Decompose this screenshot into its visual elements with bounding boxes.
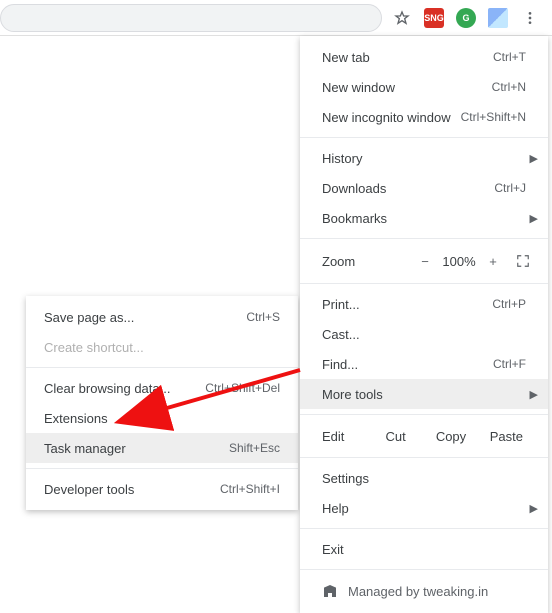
menu-label: Task manager xyxy=(44,441,229,456)
chevron-right-icon: ▶ xyxy=(530,212,538,225)
menu-shortcut: Ctrl+J xyxy=(494,181,526,195)
managed-label: Managed by tweaking.in xyxy=(348,584,488,599)
menu-label: Extensions xyxy=(44,411,280,426)
menu-downloads[interactable]: Downloads Ctrl+J xyxy=(300,173,548,203)
zoom-out-button[interactable]: − xyxy=(412,254,438,269)
submenu-create-shortcut: Create shortcut... xyxy=(26,332,298,362)
zoom-percentage: 100% xyxy=(438,254,480,269)
zoom-in-button[interactable]: + xyxy=(480,254,506,269)
menu-label: History xyxy=(322,151,526,166)
menu-shortcut: Ctrl+Shift+I xyxy=(220,482,280,496)
menu-cast[interactable]: Cast... xyxy=(300,319,548,349)
menu-settings[interactable]: Settings xyxy=(300,463,548,493)
chevron-right-icon: ▶ xyxy=(530,502,538,515)
menu-history[interactable]: History ▶ xyxy=(300,143,548,173)
cut-button[interactable]: Cut xyxy=(368,429,423,444)
paste-button[interactable]: Paste xyxy=(479,429,534,444)
separator xyxy=(300,137,548,138)
chevron-right-icon: ▶ xyxy=(530,388,538,401)
menu-label: Save page as... xyxy=(44,310,246,325)
building-icon xyxy=(322,583,338,599)
menu-label: Downloads xyxy=(322,181,494,196)
menu-shortcut: Ctrl+N xyxy=(492,80,526,94)
menu-shortcut: Ctrl+T xyxy=(493,50,526,64)
separator xyxy=(300,528,548,529)
menu-exit[interactable]: Exit xyxy=(300,534,548,564)
menu-label: Help xyxy=(322,501,526,516)
edit-label: Edit xyxy=(322,429,368,444)
menu-new-window[interactable]: New window Ctrl+N xyxy=(300,72,548,102)
extension-2-icon[interactable]: G xyxy=(452,4,480,32)
separator xyxy=(300,569,548,570)
separator xyxy=(300,283,548,284)
separator xyxy=(26,367,298,368)
menu-label: Developer tools xyxy=(44,482,220,497)
separator xyxy=(300,457,548,458)
profile-avatar[interactable] xyxy=(484,4,512,32)
menu-label: Find... xyxy=(322,357,493,372)
menu-label: New window xyxy=(322,80,492,95)
zoom-label: Zoom xyxy=(322,254,412,269)
menu-label: New incognito window xyxy=(322,110,461,125)
address-bar[interactable] xyxy=(0,4,382,32)
menu-label: Exit xyxy=(322,542,526,557)
submenu-clear-data[interactable]: Clear browsing data... Ctrl+Shift+Del xyxy=(26,373,298,403)
menu-label: Cast... xyxy=(322,327,526,342)
menu-shortcut: Ctrl+F xyxy=(493,357,526,371)
menu-label: Clear browsing data... xyxy=(44,381,205,396)
menu-more-tools[interactable]: More tools ▶ xyxy=(300,379,548,409)
submenu-extensions[interactable]: Extensions xyxy=(26,403,298,433)
menu-label: More tools xyxy=(322,387,526,402)
menu-label: Print... xyxy=(322,297,492,312)
separator xyxy=(26,468,298,469)
menu-label: Settings xyxy=(322,471,526,486)
submenu-dev-tools[interactable]: Developer tools Ctrl+Shift+I xyxy=(26,474,298,504)
menu-find[interactable]: Find... Ctrl+F xyxy=(300,349,548,379)
menu-shortcut: Ctrl+S xyxy=(246,310,280,324)
chevron-right-icon: ▶ xyxy=(530,152,538,165)
menu-label: Bookmarks xyxy=(322,211,526,226)
submenu-task-manager[interactable]: Task manager Shift+Esc xyxy=(26,433,298,463)
separator xyxy=(300,238,548,239)
menu-shortcut: Ctrl+Shift+Del xyxy=(205,381,280,395)
submenu-save-page[interactable]: Save page as... Ctrl+S xyxy=(26,302,298,332)
menu-zoom: Zoom − 100% + xyxy=(300,244,548,278)
menu-incognito[interactable]: New incognito window Ctrl+Shift+N xyxy=(300,102,548,132)
copy-button[interactable]: Copy xyxy=(423,429,478,444)
menu-label: Create shortcut... xyxy=(44,340,280,355)
menu-shortcut: Ctrl+P xyxy=(492,297,526,311)
managed-by-notice: Managed by tweaking.in xyxy=(300,575,548,607)
browser-toolbar: SNG G xyxy=(0,0,552,36)
main-menu: New tab Ctrl+T New window Ctrl+N New inc… xyxy=(300,36,548,613)
menu-help[interactable]: Help ▶ xyxy=(300,493,548,523)
fullscreen-icon[interactable] xyxy=(512,250,534,272)
star-icon[interactable] xyxy=(388,4,416,32)
menu-label: New tab xyxy=(322,50,493,65)
menu-print[interactable]: Print... Ctrl+P xyxy=(300,289,548,319)
separator xyxy=(300,414,548,415)
menu-bookmarks[interactable]: Bookmarks ▶ xyxy=(300,203,548,233)
menu-new-tab[interactable]: New tab Ctrl+T xyxy=(300,42,548,72)
menu-edit-row: Edit Cut Copy Paste xyxy=(300,420,548,452)
more-tools-submenu: Save page as... Ctrl+S Create shortcut..… xyxy=(26,296,298,510)
menu-icon[interactable] xyxy=(516,4,544,32)
menu-shortcut: Shift+Esc xyxy=(229,441,280,455)
menu-shortcut: Ctrl+Shift+N xyxy=(461,110,526,124)
extension-1-icon[interactable]: SNG xyxy=(420,4,448,32)
